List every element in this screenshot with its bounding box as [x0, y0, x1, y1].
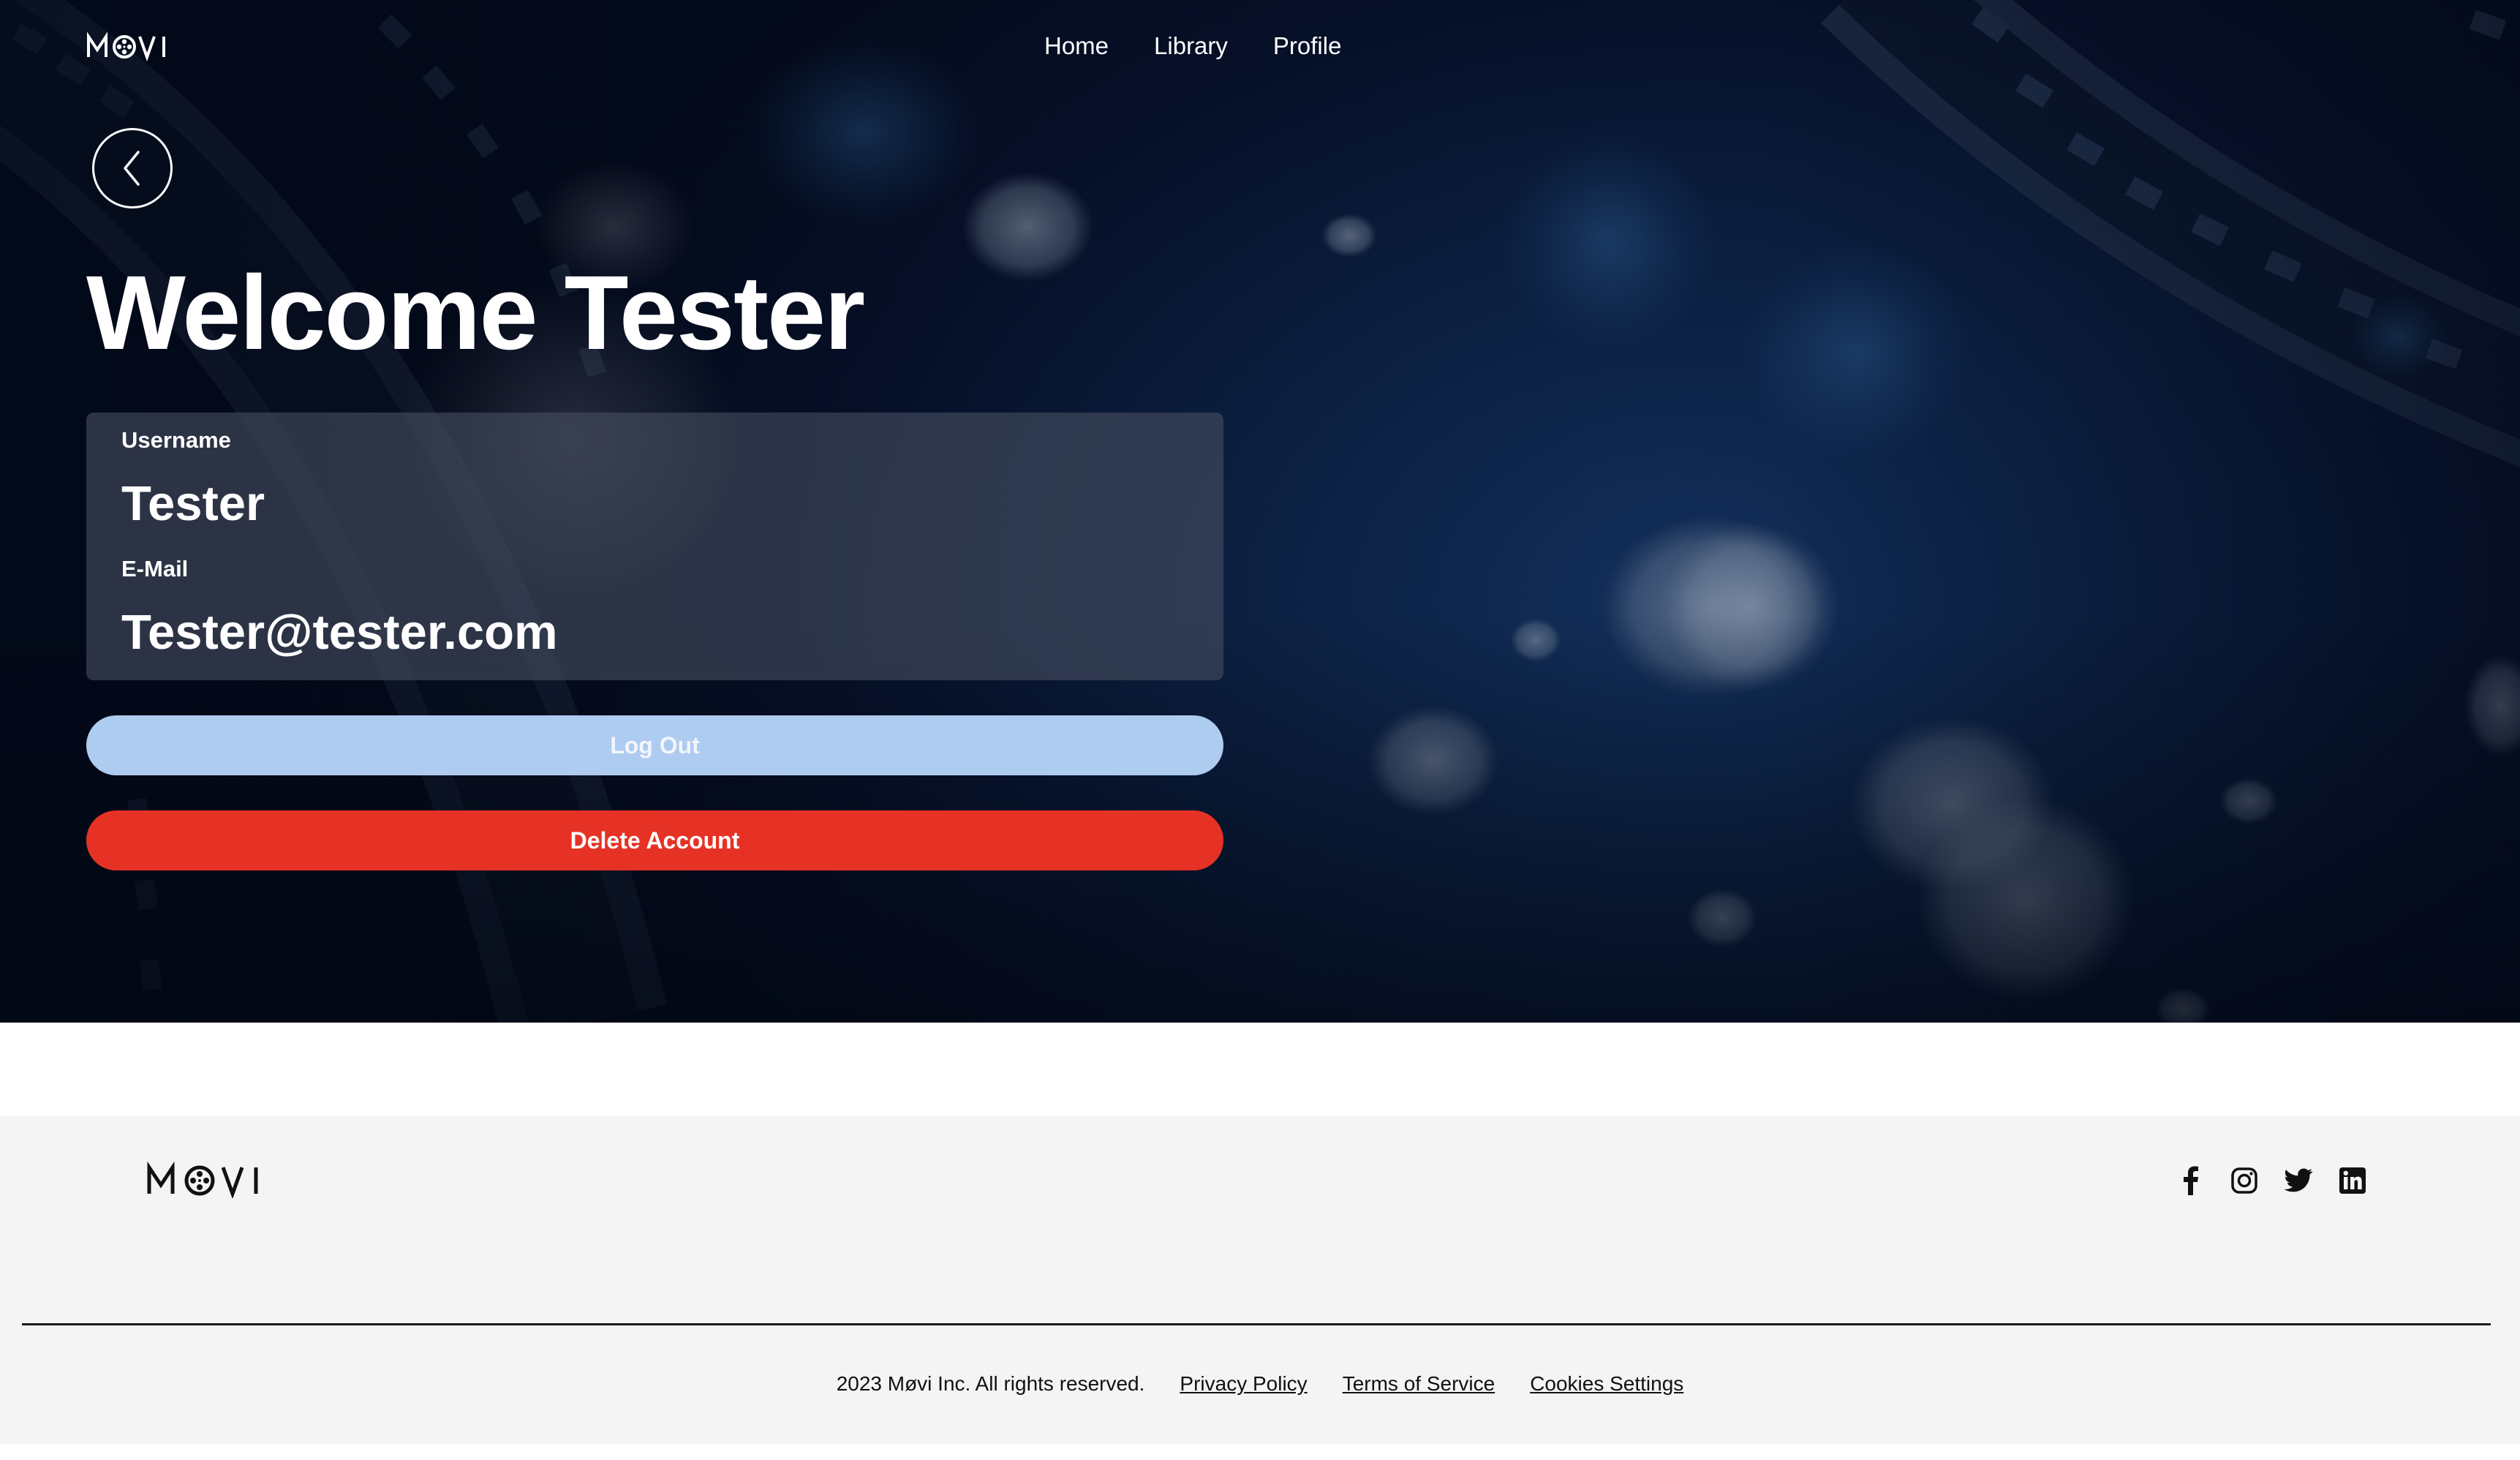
footer: 2023 Møvi Inc. All rights reserved. Priv…: [0, 1116, 2520, 1444]
copyright-text: 2023 Møvi Inc. All rights reserved.: [836, 1372, 1145, 1395]
linkedin-icon[interactable]: [2338, 1166, 2367, 1195]
delete-account-button[interactable]: Delete Account: [86, 810, 1223, 870]
main-nav: Home Library Profile: [1044, 32, 1341, 60]
page-bottom-strip: [0, 1444, 2520, 1460]
hero-section: Home Library Profile Welcome Tester User…: [0, 0, 2520, 1023]
chevron-left-icon: [124, 151, 140, 186]
terms-of-service-link[interactable]: Terms of Service: [1343, 1372, 1495, 1396]
nav-home[interactable]: Home: [1044, 32, 1109, 60]
privacy-policy-link[interactable]: Privacy Policy: [1180, 1372, 1307, 1396]
social-links: [2176, 1166, 2367, 1195]
nav-library[interactable]: Library: [1154, 32, 1228, 60]
footer-movi-logo[interactable]: [146, 1162, 275, 1198]
email-value: Tester@tester.com: [121, 605, 558, 660]
movi-logo[interactable]: [86, 32, 181, 61]
nav-profile[interactable]: Profile: [1273, 32, 1342, 60]
page-title: Welcome Tester: [86, 254, 865, 372]
footer-bottom-bar: 2023 Møvi Inc. All rights reserved. Priv…: [0, 1372, 2520, 1396]
cookies-settings-link[interactable]: Cookies Settings: [1530, 1372, 1683, 1396]
facebook-icon[interactable]: [2176, 1166, 2205, 1195]
back-button[interactable]: [92, 128, 173, 208]
account-info-card: Username Tester E-Mail Tester@tester.com: [86, 413, 1223, 680]
username-label: Username: [121, 427, 231, 453]
section-spacer: [0, 1023, 2520, 1116]
instagram-icon[interactable]: [2230, 1166, 2259, 1195]
logout-button[interactable]: Log Out: [86, 715, 1223, 775]
email-label: E-Mail: [121, 556, 189, 582]
footer-divider: [22, 1323, 2491, 1325]
twitter-icon[interactable]: [2284, 1166, 2313, 1195]
username-value: Tester: [121, 476, 265, 531]
